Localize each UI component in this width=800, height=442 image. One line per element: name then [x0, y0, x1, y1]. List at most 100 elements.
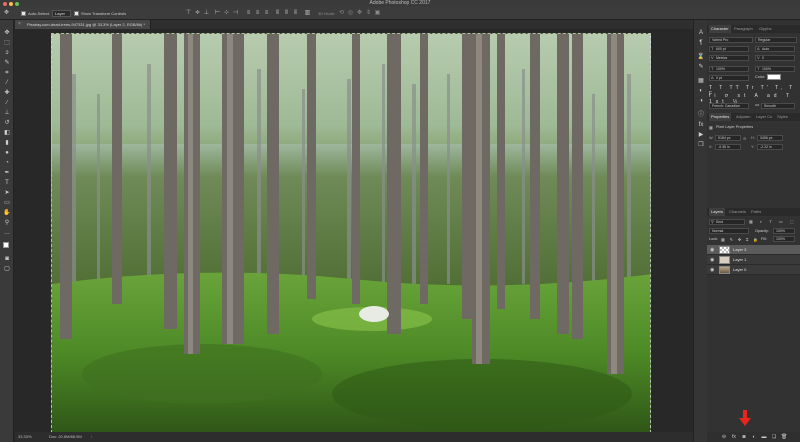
- tab-glyphs[interactable]: Glyphs: [757, 25, 773, 33]
- auto-align-icon[interactable]: ▥: [304, 10, 311, 17]
- zoom-tool-icon[interactable]: ⚲: [3, 220, 11, 227]
- history-panel-icon[interactable]: ⌛: [697, 54, 705, 61]
- type-style-buttons[interactable]: T T TT Tr T' T, T F: [709, 85, 797, 97]
- distribute-top-icon[interactable]: ≡: [245, 10, 252, 17]
- adjustments-panel-icon[interactable]: ◑: [697, 98, 705, 105]
- info-panel-icon[interactable]: ⓘ: [697, 112, 705, 119]
- align-left-icon[interactable]: ⊢: [214, 10, 221, 17]
- lasso-tool-icon[interactable]: ↄ: [3, 50, 11, 57]
- text-color-swatch[interactable]: [767, 74, 781, 80]
- delete-layer-icon[interactable]: 🗑: [781, 434, 787, 440]
- tracking-field[interactable]: V0: [755, 55, 795, 61]
- visibility-eye-icon[interactable]: ◉: [710, 247, 714, 253]
- distribute-right-icon[interactable]: ⦀: [292, 10, 299, 17]
- color-swatches-icon[interactable]: [3, 242, 12, 252]
- x-position-field[interactable]: -9.35 in: [715, 144, 741, 150]
- zoom-level[interactable]: 33.33%: [18, 432, 32, 442]
- align-hcenter-icon[interactable]: ⊹: [223, 10, 230, 17]
- type-tool-icon[interactable]: T: [3, 180, 11, 187]
- document-tab[interactable]: × Pixabay.com-dead-trees-947331.jpg @ 33…: [15, 20, 151, 29]
- visibility-eye-icon[interactable]: ◉: [710, 257, 714, 263]
- eyedropper-tool-icon[interactable]: ⁄: [3, 80, 11, 87]
- layer-comps-panel-icon[interactable]: ❐: [697, 142, 705, 149]
- layer-row-layer-3[interactable]: ◉ Layer 3: [707, 245, 800, 255]
- color-panel-icon[interactable]: ◐: [697, 88, 705, 95]
- font-family-select[interactable]: Varied Pro: [709, 37, 753, 43]
- document-canvas-image[interactable]: [51, 33, 651, 433]
- dodge-tool-icon[interactable]: ◔: [3, 160, 11, 167]
- gradient-tool-icon[interactable]: ▮: [3, 140, 11, 147]
- distribute-vcenter-icon[interactable]: ≡: [254, 10, 261, 17]
- width-field[interactable]: 5184 px: [715, 135, 741, 141]
- quick-mask-icon[interactable]: ◙: [3, 256, 11, 263]
- leading-field[interactable]: A Auto: [755, 46, 795, 52]
- font-size-field[interactable]: T 600 pt: [709, 46, 749, 52]
- opentype-buttons[interactable]: fi ơ st A ad T 1st ½: [709, 93, 797, 105]
- adjustment-layer-icon[interactable]: ◐: [751, 434, 757, 440]
- new-layer-icon[interactable]: ❏: [771, 434, 777, 440]
- align-vcenter-icon[interactable]: ≑: [194, 10, 201, 17]
- character-panel-icon[interactable]: A: [697, 30, 705, 37]
- tab-styles[interactable]: Styles: [775, 113, 790, 121]
- kerning-field[interactable]: V Metrics: [709, 55, 749, 61]
- auto-select-checkbox[interactable]: [21, 11, 26, 16]
- 3d-slide-icon[interactable]: ⇕: [365, 10, 372, 17]
- clone-stamp-tool-icon[interactable]: ⊥: [3, 110, 11, 117]
- status-menu-arrow-icon[interactable]: ›: [91, 432, 92, 442]
- layer-filter-buttons[interactable]: ▦ ◐ T ▭ ⬚: [749, 219, 797, 225]
- foreground-color-swatch[interactable]: [3, 242, 9, 248]
- move-tool-icon[interactable]: ✥: [3, 30, 11, 37]
- align-top-icon[interactable]: ⊤: [185, 10, 192, 17]
- play-action-icon[interactable]: ▶: [697, 132, 705, 139]
- history-brush-tool-icon[interactable]: ↺: [3, 120, 11, 127]
- height-field[interactable]: 3456 px: [757, 135, 783, 141]
- tab-paragraph[interactable]: Paragraph: [732, 25, 755, 33]
- vertical-scale-field[interactable]: T 100%: [709, 66, 749, 72]
- paragraph-panel-icon[interactable]: ¶: [697, 40, 705, 47]
- 3d-pan-icon[interactable]: ✥: [356, 10, 363, 17]
- new-group-icon[interactable]: ▬: [761, 434, 767, 440]
- quick-select-tool-icon[interactable]: ✎: [3, 60, 11, 67]
- pen-tool-icon[interactable]: ✒: [3, 170, 11, 177]
- layer-filter-select[interactable]: ⚲ Kind: [709, 219, 745, 225]
- screen-mode-icon[interactable]: ▢: [3, 266, 11, 273]
- align-right-icon[interactable]: ⊣: [232, 10, 239, 17]
- tab-character[interactable]: Character: [709, 25, 731, 33]
- add-mask-icon[interactable]: ◙: [741, 434, 747, 440]
- blend-mode-select[interactable]: Normal: [709, 228, 749, 234]
- font-style-select[interactable]: Regular: [755, 37, 797, 43]
- move-tool-icon[interactable]: ✥: [3, 10, 10, 17]
- tab-properties[interactable]: Properties: [709, 113, 732, 121]
- distribute-left-icon[interactable]: ⦀: [274, 10, 281, 17]
- more-tools-icon[interactable]: …: [3, 230, 11, 237]
- canvas-area[interactable]: [15, 29, 693, 433]
- swatches-panel-icon[interactable]: ▦: [697, 78, 705, 85]
- hand-tool-icon[interactable]: ✋: [3, 210, 11, 217]
- language-select[interactable]: French: Canadian: [709, 103, 749, 109]
- baseline-shift-field[interactable]: A0 pt: [709, 75, 749, 81]
- crop-tool-icon[interactable]: ⌗: [3, 70, 11, 77]
- tab-channels[interactable]: Channels: [727, 208, 748, 216]
- lock-buttons[interactable]: ▦ ✎ ✥ ⌗ 🔒: [721, 237, 760, 242]
- tab-adjustments[interactable]: Adjustm: [734, 113, 752, 121]
- auto-select-dropdown[interactable]: Layer: [52, 10, 71, 17]
- align-bottom-icon[interactable]: ⊥: [203, 10, 210, 17]
- link-icon[interactable]: ⊖: [743, 136, 746, 141]
- marquee-tool-icon[interactable]: ⬚: [3, 40, 11, 47]
- 3d-rotate-icon[interactable]: ⟲: [338, 10, 345, 17]
- layer-row-layer-0[interactable]: ◉ Layer 0: [707, 265, 800, 275]
- styles-panel-icon[interactable]: fx: [697, 122, 705, 129]
- distribute-hcenter-icon[interactable]: ⦀: [283, 10, 290, 17]
- tab-layer-comps[interactable]: Layer Co: [754, 113, 774, 121]
- close-document-icon[interactable]: ×: [18, 20, 21, 29]
- brush-panel-icon[interactable]: ✎: [697, 64, 705, 71]
- 3d-roll-icon[interactable]: ◎: [347, 10, 354, 17]
- eraser-tool-icon[interactable]: ◧: [3, 130, 11, 137]
- layer-row-layer-1[interactable]: ◉ Layer 1: [707, 255, 800, 265]
- visibility-eye-icon[interactable]: ◉: [710, 267, 714, 273]
- layer-style-icon[interactable]: fx: [731, 434, 737, 440]
- tab-layers[interactable]: Layers: [709, 208, 726, 216]
- brush-tool-icon[interactable]: ∕: [3, 100, 11, 107]
- link-layers-icon[interactable]: ⊖: [721, 434, 727, 440]
- healing-brush-tool-icon[interactable]: ✚: [3, 90, 11, 97]
